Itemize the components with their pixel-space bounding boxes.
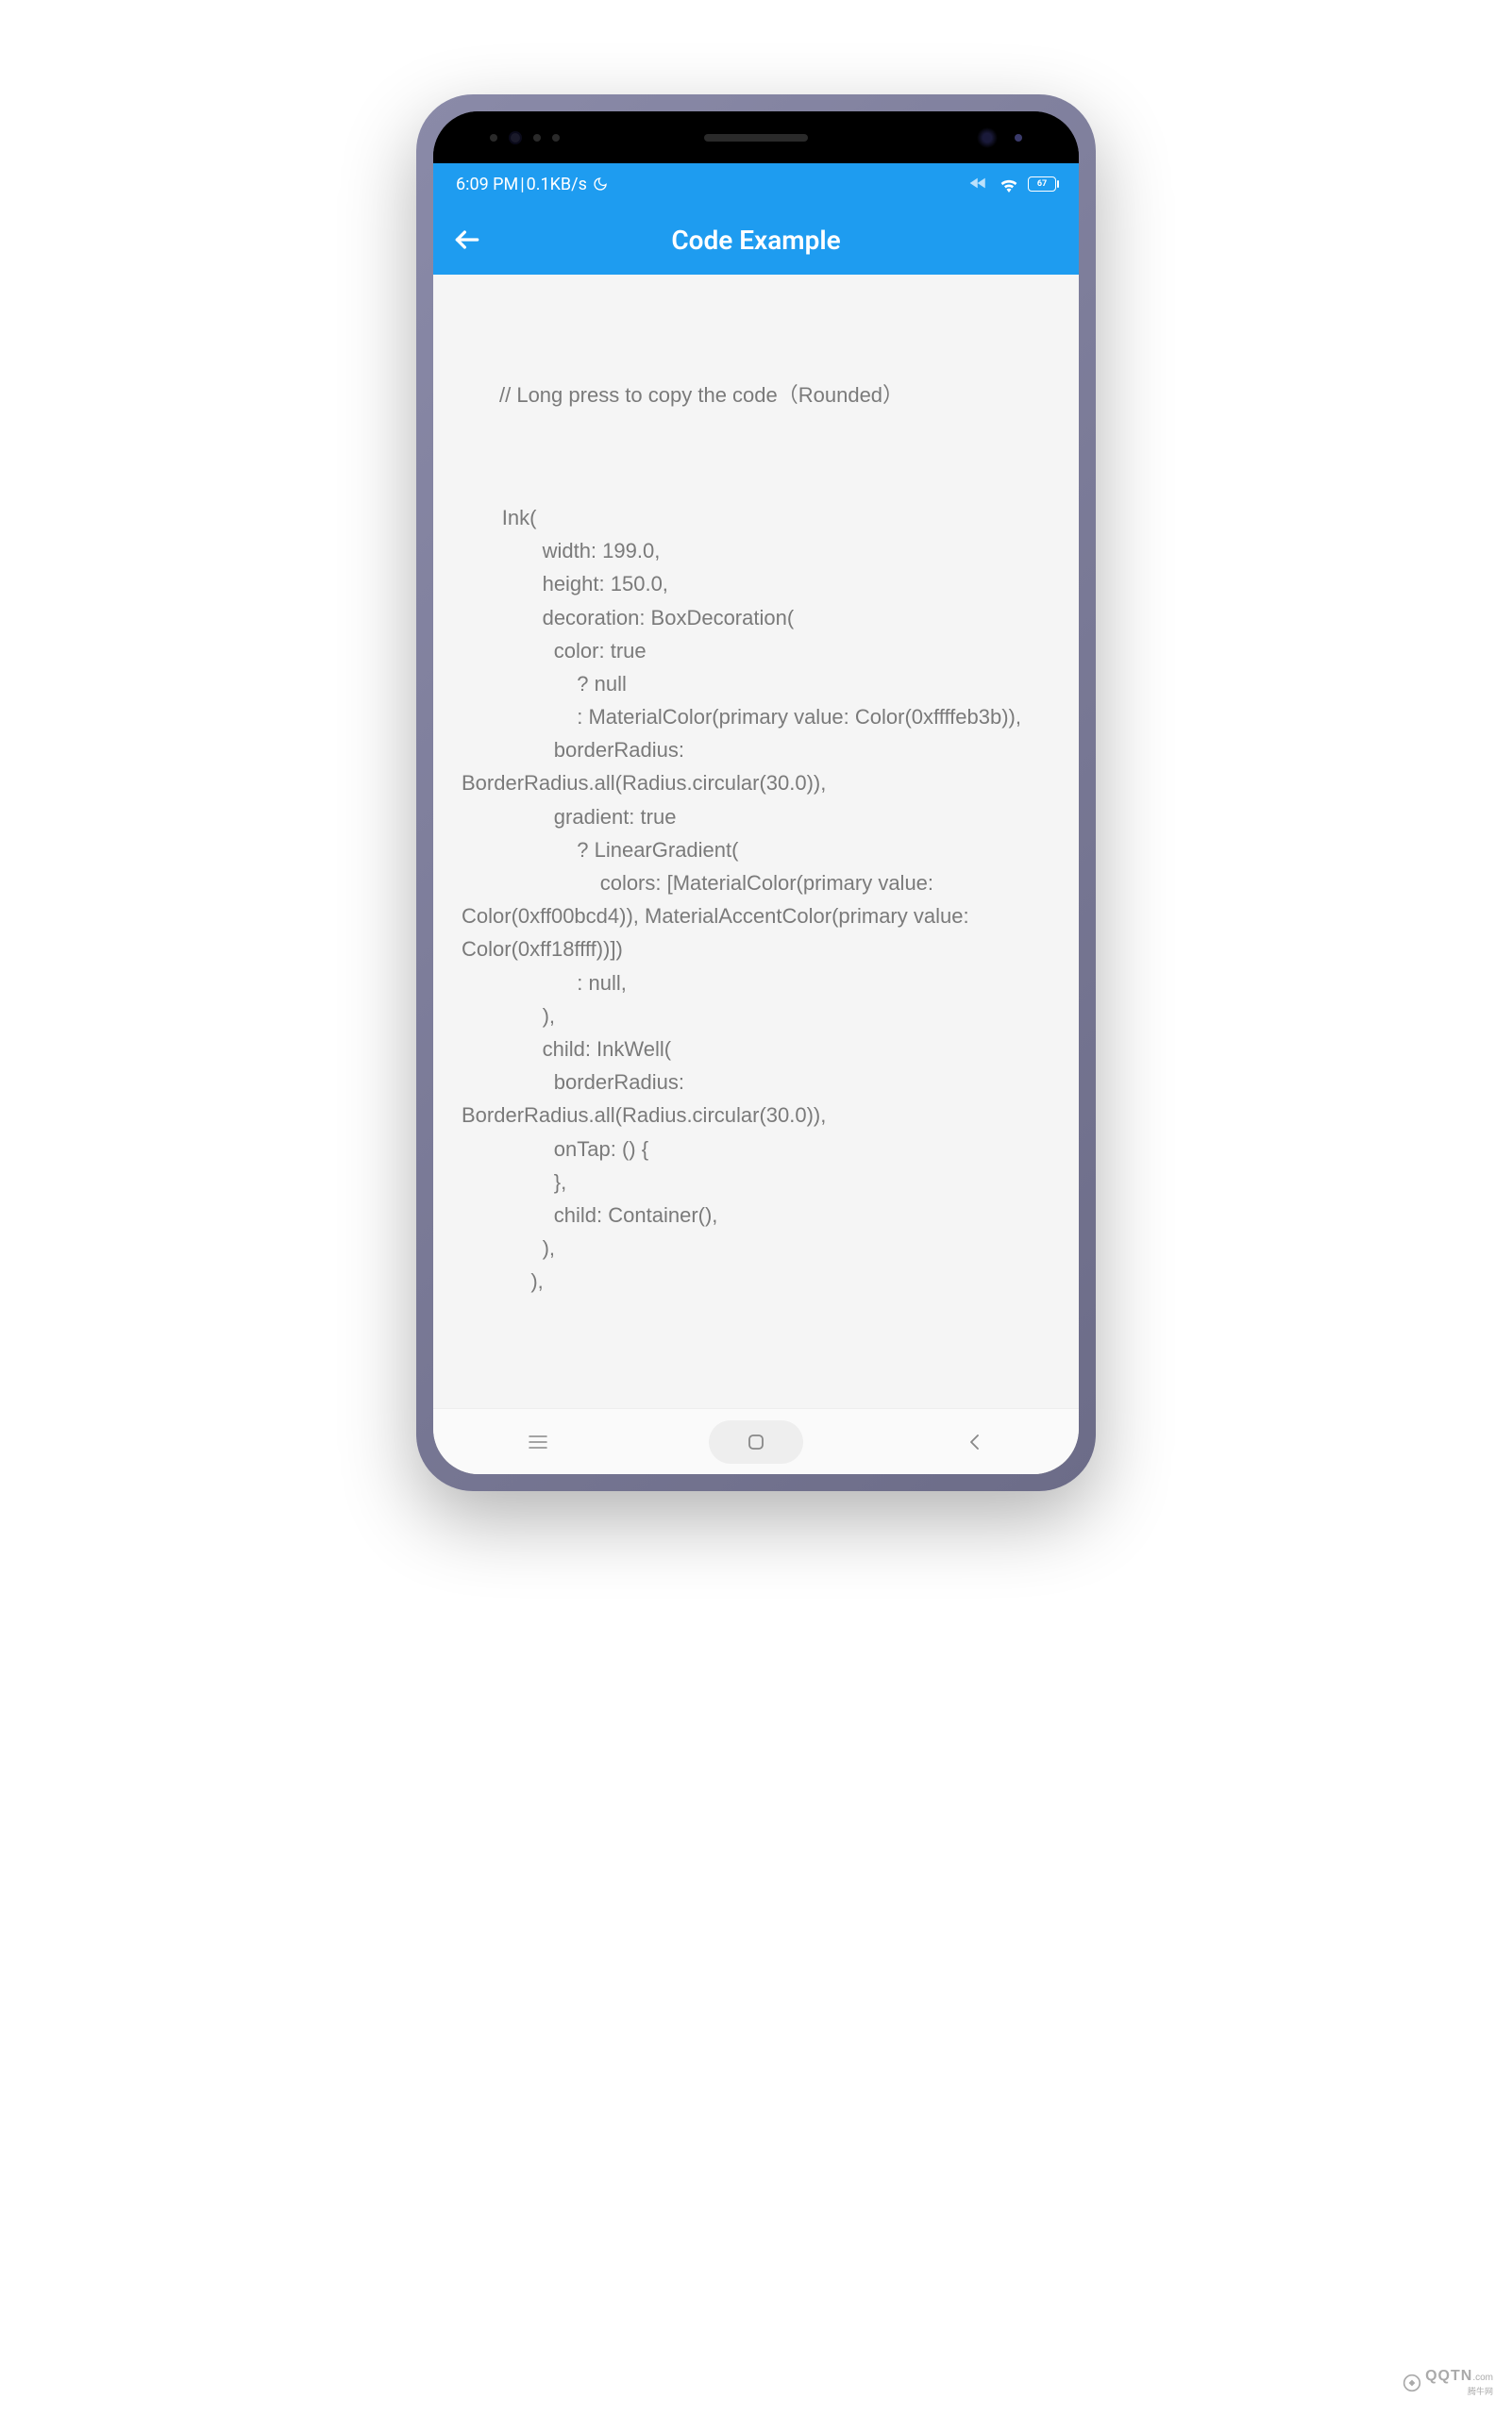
notch-area [433,111,1079,163]
app-bar: Code Example [433,205,1079,275]
status-left: 6:09 PM | 0.1KB/s [456,175,608,194]
front-sensor [509,131,522,144]
status-separator: | [520,175,524,194]
status-bar: 6:09 PM | 0.1KB/s [433,163,1079,205]
sensor-dot [533,134,541,142]
sensor-dot [552,134,560,142]
sensor-dot [1015,134,1022,142]
code-comment: // Long press to copy the code（Rounded） [499,378,1050,411]
speaker-grille [704,134,808,142]
back-button[interactable] [452,225,482,255]
sensor-dot [490,134,497,142]
code-block[interactable]: // Long press to copy the code（Rounded） … [462,312,1050,1365]
phone-inner: 6:09 PM | 0.1KB/s [433,111,1079,1474]
front-camera [977,127,998,148]
dnd-moon-icon [593,176,608,192]
dual-sim-icon [969,175,990,194]
phone-frame: 6:09 PM | 0.1KB/s [416,94,1096,1491]
watermark: QQTN.com 腾牛网 [1403,2368,1493,2397]
navigation-bar [433,1408,1079,1474]
status-time: 6:09 PM [456,175,518,194]
status-right: 67 [969,175,1056,194]
watermark-text: QQTN [1425,2368,1472,2384]
wifi-icon [1000,177,1018,192]
code-text: Ink( width: 199.0, height: 150.0, decora… [462,501,1050,1299]
content-area[interactable]: // Long press to copy the code（Rounded） … [433,275,1079,1408]
screen: 6:09 PM | 0.1KB/s [433,163,1079,1474]
watermark-subtitle: 腾牛网 [1425,2385,1493,2397]
page-title: Code Example [671,225,840,256]
battery-icon: 67 [1028,176,1056,192]
nav-home-button[interactable] [709,1420,803,1464]
watermark-logo-icon [1403,2374,1421,2392]
nav-back-button[interactable] [936,1420,1012,1464]
status-network-speed: 0.1KB/s [527,175,587,194]
battery-level: 67 [1037,179,1047,189]
nav-recents-button[interactable] [500,1420,576,1464]
watermark-suffix: .com [1472,2373,1493,2383]
